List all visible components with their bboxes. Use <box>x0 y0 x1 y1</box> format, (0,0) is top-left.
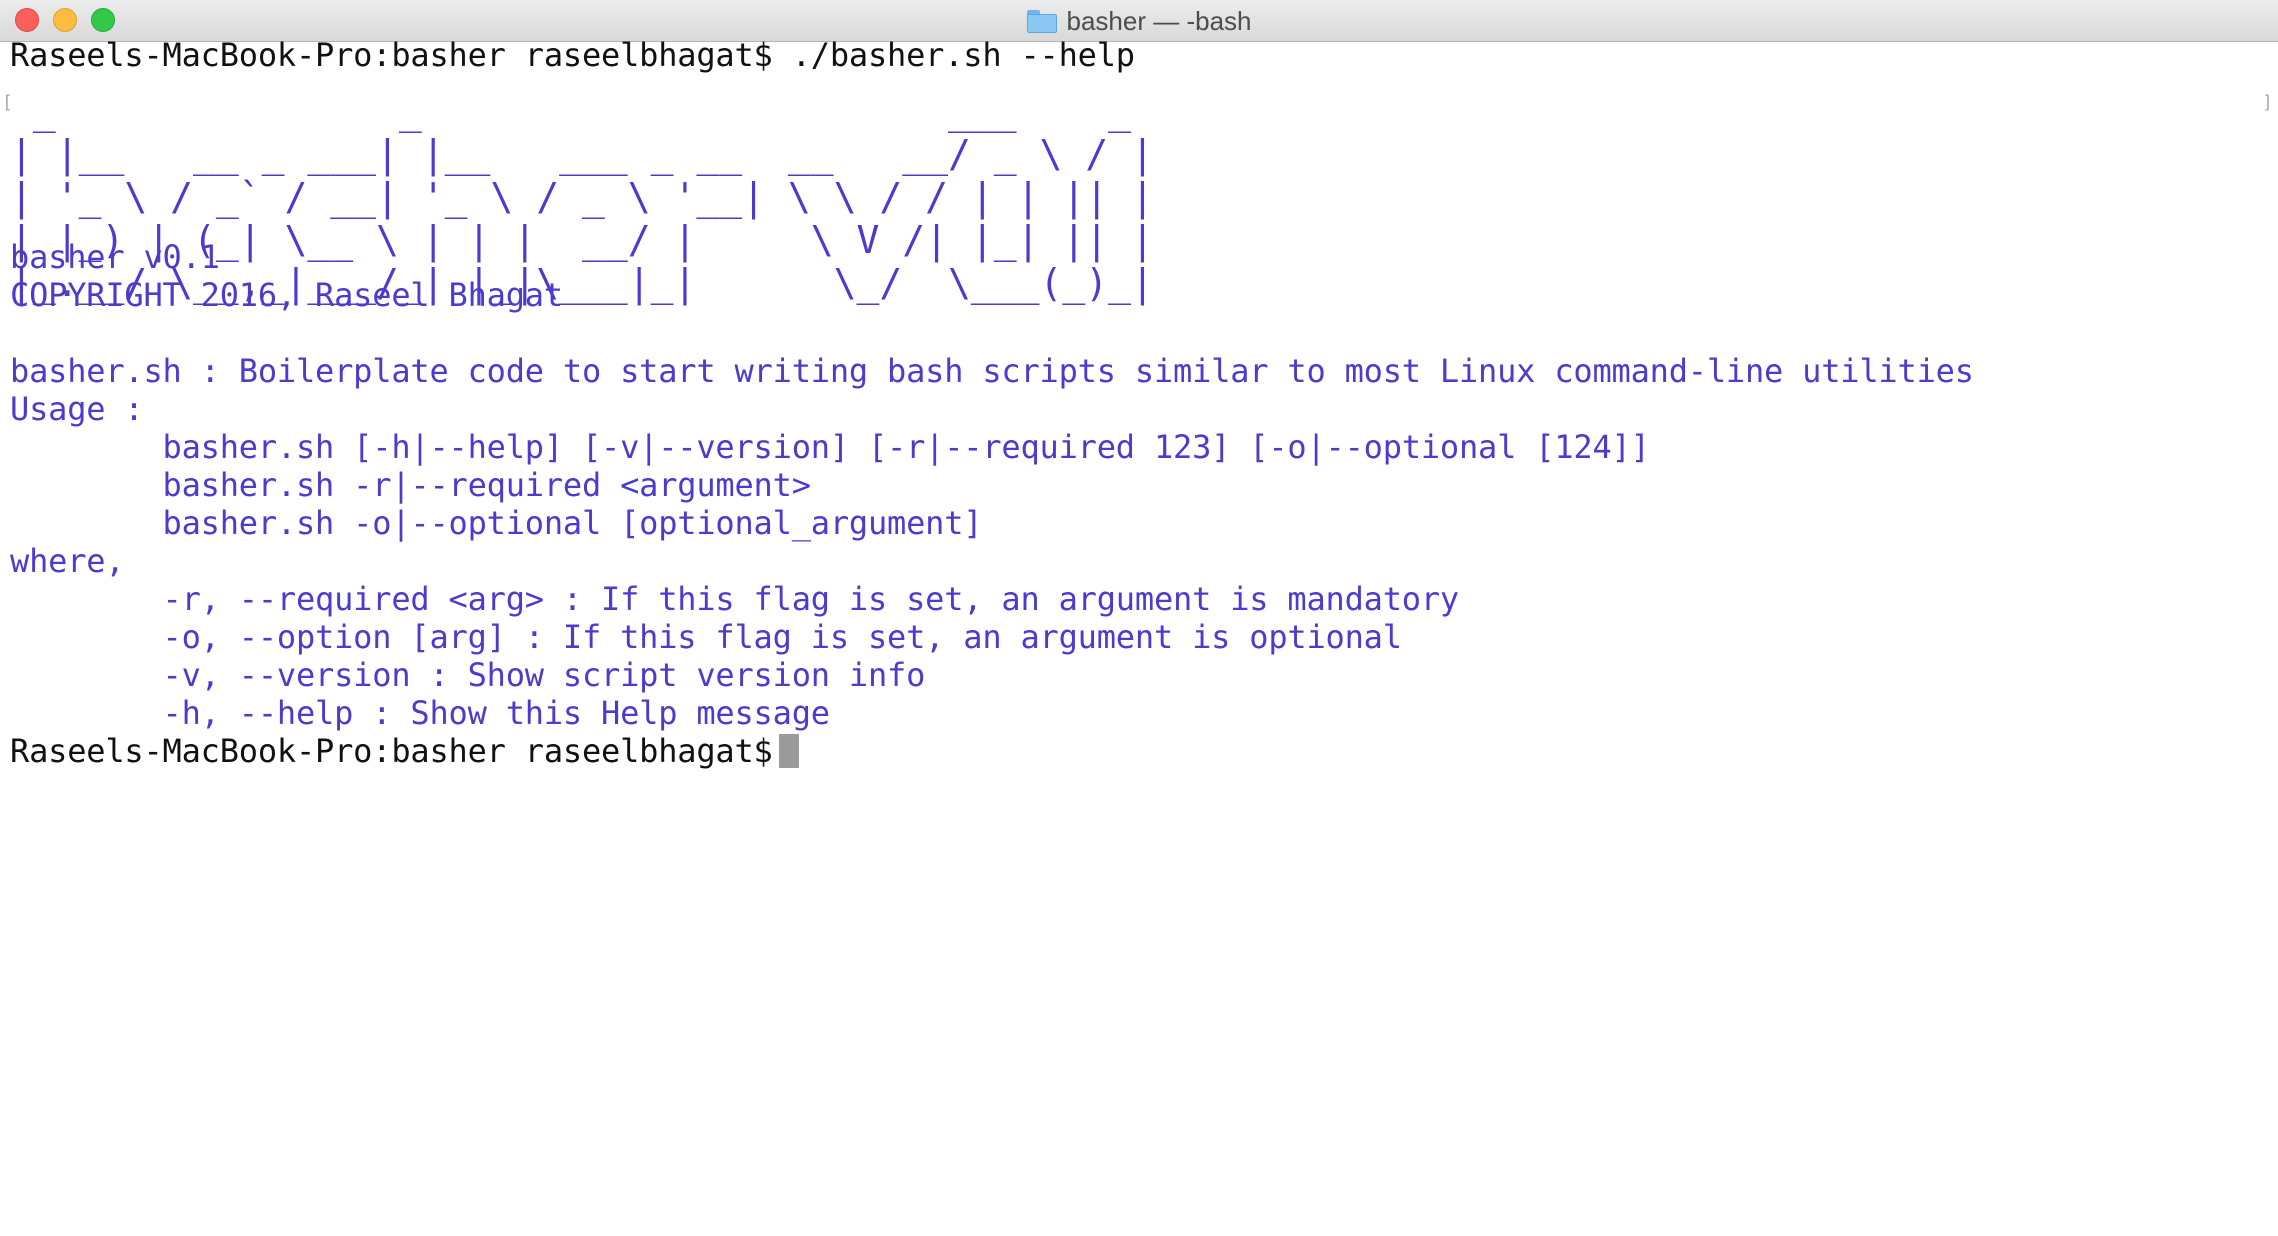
where-line: -v, --version : Show script version info <box>10 656 926 694</box>
where-line: -h, --help : Show this Help message <box>10 694 831 732</box>
where-line: -r, --required <arg> : If this flag is s… <box>10 580 1460 618</box>
usage-line: basher.sh -o|--optional [optional_argume… <box>10 504 983 542</box>
text-cursor <box>778 734 799 768</box>
terminal-content[interactable]: [ ] Raseels-MacBook-Pro:basher raseelbha… <box>0 36 2278 1236</box>
final-prompt-line[interactable]: Raseels-MacBook-Pro:basher raseelbhagat$ <box>10 732 799 770</box>
command-line: Raseels-MacBook-Pro:basher raseelbhagat$… <box>10 36 1135 74</box>
final-prompt: Raseels-MacBook-Pro:basher raseelbhagat$ <box>10 732 773 770</box>
description-line: basher.sh : Boilerplate code to start wr… <box>10 352 1974 390</box>
terminal-window: basher — -bash [ ] Raseels-MacBook-Pro:b… <box>0 0 2278 1236</box>
folder-icon <box>1026 9 1057 33</box>
right-scroll-marker: ] <box>2262 92 2273 113</box>
usage-line: basher.sh [-h|--help] [-v|--version] [-r… <box>10 428 1650 466</box>
version-line: basher v0.1 <box>10 238 220 276</box>
where-header: where, <box>10 542 125 580</box>
copyright-line: COPYRIGHT 2016, Raseel Bhagat <box>10 276 563 314</box>
where-line: -o, --option [arg] : If this flag is set… <box>10 618 1402 656</box>
window-title-text: basher — -bash <box>1066 5 1252 36</box>
usage-header: Usage : <box>10 390 144 428</box>
usage-line: basher.sh -r|--required <argument> <box>10 466 811 504</box>
